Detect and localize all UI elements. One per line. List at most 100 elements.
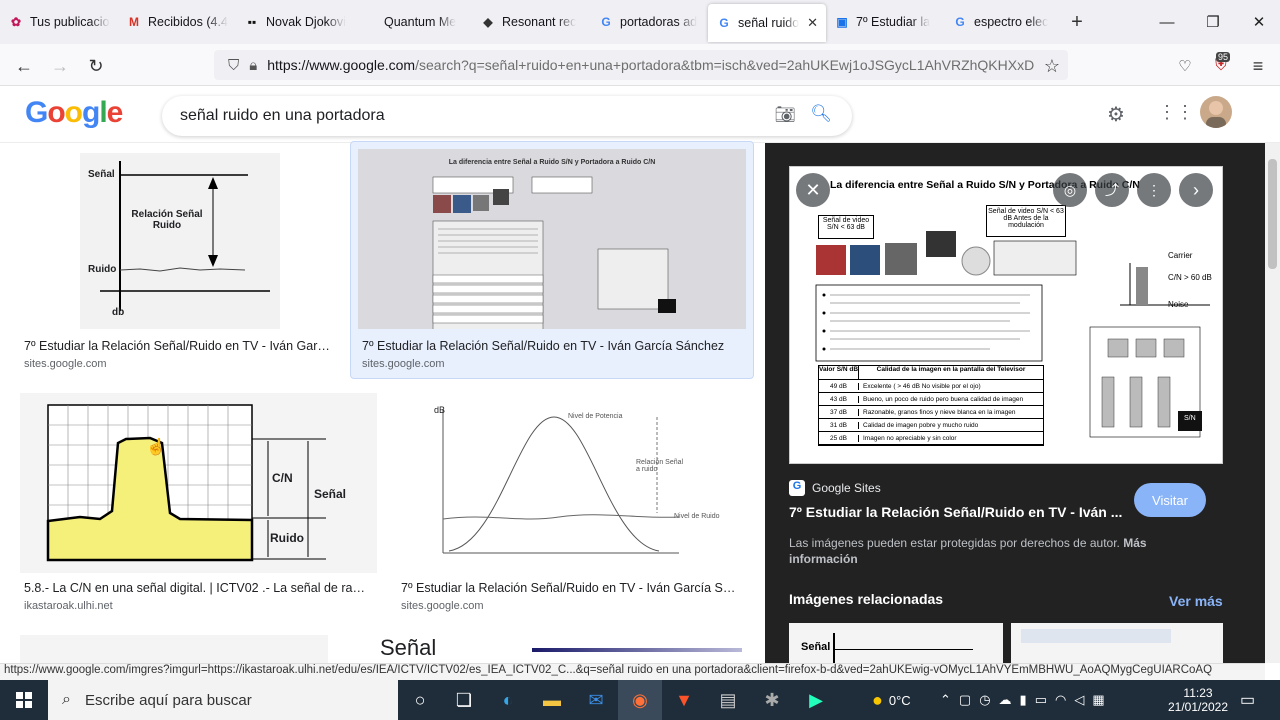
- result-image[interactable]: La diferencia entre Señal a Ruido S/N y …: [358, 149, 746, 329]
- back-icon[interactable]: ←: [12, 54, 36, 78]
- app-icon[interactable]: ▤: [706, 680, 750, 720]
- related-image[interactable]: [1011, 623, 1223, 663]
- bookmark-star-icon[interactable]: ☆: [1040, 54, 1064, 78]
- temperature[interactable]: 0°C: [889, 693, 911, 708]
- pinwheel-icon: ✿: [10, 15, 22, 29]
- result-site[interactable]: sites.google.com: [362, 358, 445, 370]
- search-icon[interactable]: 🔍︎: [810, 104, 832, 124]
- result-caption[interactable]: 7º Estudiar la Relación Señal/Ruido en T…: [362, 339, 742, 353]
- img-label: Nivel de Potencia: [568, 413, 623, 420]
- gmail-icon: M: [129, 15, 139, 29]
- volume-icon[interactable]: ◁: [1074, 692, 1084, 708]
- tray-app-icon[interactable]: ◷: [979, 692, 990, 708]
- app-icon[interactable]: ▶: [794, 680, 838, 720]
- chevron-up-icon[interactable]: ⌃: [940, 692, 951, 708]
- tab-label: espectro elec: [974, 15, 1049, 29]
- result-site[interactable]: sites.google.com: [24, 358, 107, 370]
- avatar[interactable]: [1200, 96, 1232, 128]
- related-image[interactable]: Señal: [789, 623, 1003, 663]
- tab-1[interactable]: M Recibidos (4.4: [118, 0, 236, 44]
- result-image[interactable]: [20, 635, 328, 663]
- share-icon[interactable]: ⤴: [1095, 173, 1129, 207]
- weather-icon[interactable]: ●: [872, 690, 883, 711]
- clock-date[interactable]: 21/01/2022: [1168, 700, 1228, 714]
- tab-8[interactable]: Gespectro elec: [944, 0, 1062, 44]
- close-tab-icon[interactable]: ✕: [803, 15, 818, 31]
- page-scrollbar[interactable]: [1265, 143, 1280, 663]
- url-bar[interactable]: ⛉ 🔒︎ https://www.google.com/search?q=señ…: [214, 50, 1068, 80]
- brave-icon[interactable]: ▼: [662, 680, 706, 720]
- result-image[interactable]: [20, 393, 377, 573]
- usb-icon[interactable]: ▮: [1020, 692, 1027, 708]
- camera-icon[interactable]: 📷︎: [774, 105, 796, 125]
- logo-letter: l: [99, 96, 107, 129]
- cloud-icon[interactable]: ☁: [999, 692, 1012, 708]
- task-view-icon[interactable]: ❏: [442, 680, 486, 720]
- img-block: [1021, 629, 1171, 643]
- lock-icon[interactable]: 🔒︎: [249, 57, 257, 74]
- visit-button[interactable]: Visitar: [1134, 483, 1206, 517]
- new-tab-button[interactable]: +: [1062, 11, 1092, 34]
- result-caption[interactable]: 7º Estudiar la Relación Señal/Ruido en T…: [24, 339, 334, 353]
- img-label: C/N > 60 dB: [1168, 273, 1212, 282]
- minimize-button[interactable]: —: [1144, 0, 1190, 44]
- google-logo[interactable]: Google: [25, 96, 123, 130]
- copyright-notice: Las imágenes pueden estar protegidas por…: [789, 535, 1209, 567]
- result-site[interactable]: ikastaroak.ulhi.net: [24, 600, 113, 612]
- firefox-icon[interactable]: ◉: [618, 680, 662, 720]
- close-window-button[interactable]: ✕: [1236, 0, 1280, 44]
- result-caption[interactable]: 5.8.- La C/N en una señal digital. | ICT…: [24, 581, 369, 595]
- result-image[interactable]: [528, 635, 746, 663]
- edge-icon[interactable]: ◐: [486, 680, 530, 720]
- next-icon[interactable]: ›: [1179, 173, 1213, 207]
- file-explorer-icon[interactable]: ▬: [530, 680, 574, 720]
- result-site[interactable]: sites.google.com: [401, 600, 484, 612]
- search-input[interactable]: señal ruido en una portadora: [180, 107, 385, 125]
- cortana-icon[interactable]: ○: [398, 680, 442, 720]
- table-row: 31 dB Calidad de imagen pobre y mucho rui…: [819, 419, 1043, 432]
- source-name[interactable]: Google Sites: [812, 481, 881, 495]
- mail-icon[interactable]: ✉: [574, 680, 618, 720]
- taskbar-search[interactable]: ⌕ Escribe aquí para buscar: [48, 680, 398, 720]
- tray-app-icon[interactable]: ▢: [959, 692, 971, 708]
- gear-icon[interactable]: ⚙: [1107, 102, 1125, 127]
- url-host: https://www.google.com: [267, 57, 416, 73]
- pocket-icon[interactable]: ♡: [1173, 54, 1197, 78]
- wifi-icon[interactable]: ◠: [1055, 692, 1066, 708]
- taskbar-search-placeholder: Escribe aquí para buscar: [84, 691, 252, 709]
- tab-5[interactable]: Gportadoras ad: [590, 0, 708, 44]
- close-icon[interactable]: ✕: [796, 173, 830, 207]
- tab-4[interactable]: ◆ Resonant rec: [472, 0, 590, 44]
- notifications-icon[interactable]: ▭: [1240, 680, 1255, 720]
- app-icon[interactable]: ✱: [750, 680, 794, 720]
- result-caption[interactable]: 7º Estudiar la Relación Señal/Ruido en T…: [401, 581, 741, 595]
- img-label: Carrier: [1168, 251, 1193, 260]
- forward-icon[interactable]: →: [48, 54, 72, 78]
- windows-start-icon[interactable]: [0, 680, 48, 720]
- reload-icon[interactable]: ↻: [84, 54, 108, 78]
- clock-time[interactable]: 11:23: [1183, 686, 1212, 700]
- scrollbar-thumb[interactable]: [1268, 159, 1277, 269]
- img-label: Relación Señal: [131, 209, 203, 220]
- bookmark-icon: ◆: [483, 15, 493, 29]
- selected-result[interactable]: La diferencia entre Señal a Ruido S/N y …: [350, 141, 754, 379]
- shield-icon[interactable]: ⛉: [228, 57, 239, 74]
- tab-7[interactable]: ▣ 7º Estudiar la: [826, 0, 944, 44]
- menu-icon[interactable]: ≡: [1246, 54, 1270, 78]
- copyright-text: Las imágenes pueden estar protegidas por…: [789, 536, 1120, 550]
- img-label: Ruido: [152, 220, 182, 231]
- maximize-button[interactable]: ❐: [1190, 0, 1236, 44]
- preview-image[interactable]: La diferencia entre Señal a Ruido S/N y …: [789, 166, 1223, 464]
- tab-3[interactable]: Quantum Me: [354, 0, 472, 44]
- see-more-link[interactable]: Ver más: [1169, 593, 1223, 609]
- keyboard-icon[interactable]: ▦: [1092, 692, 1104, 708]
- tab-6[interactable]: Gseñal ruido ✕: [708, 4, 826, 42]
- more-icon[interactable]: ⋮: [1137, 173, 1171, 207]
- search-box[interactable]: señal ruido en una portadora 📷︎ 🔍︎: [162, 96, 852, 136]
- lens-icon[interactable]: ◎: [1053, 173, 1087, 207]
- battery-icon[interactable]: ▭: [1035, 692, 1047, 708]
- preview-title[interactable]: 7º Estudiar la Relación Señal/Ruido en T…: [789, 504, 1129, 520]
- tab-0[interactable]: ✿ Tus publicaciones: [0, 0, 118, 44]
- tab-2[interactable]: ▪▪ Novak Djokovic: [236, 0, 354, 44]
- result-image[interactable]: Señal: [348, 635, 504, 663]
